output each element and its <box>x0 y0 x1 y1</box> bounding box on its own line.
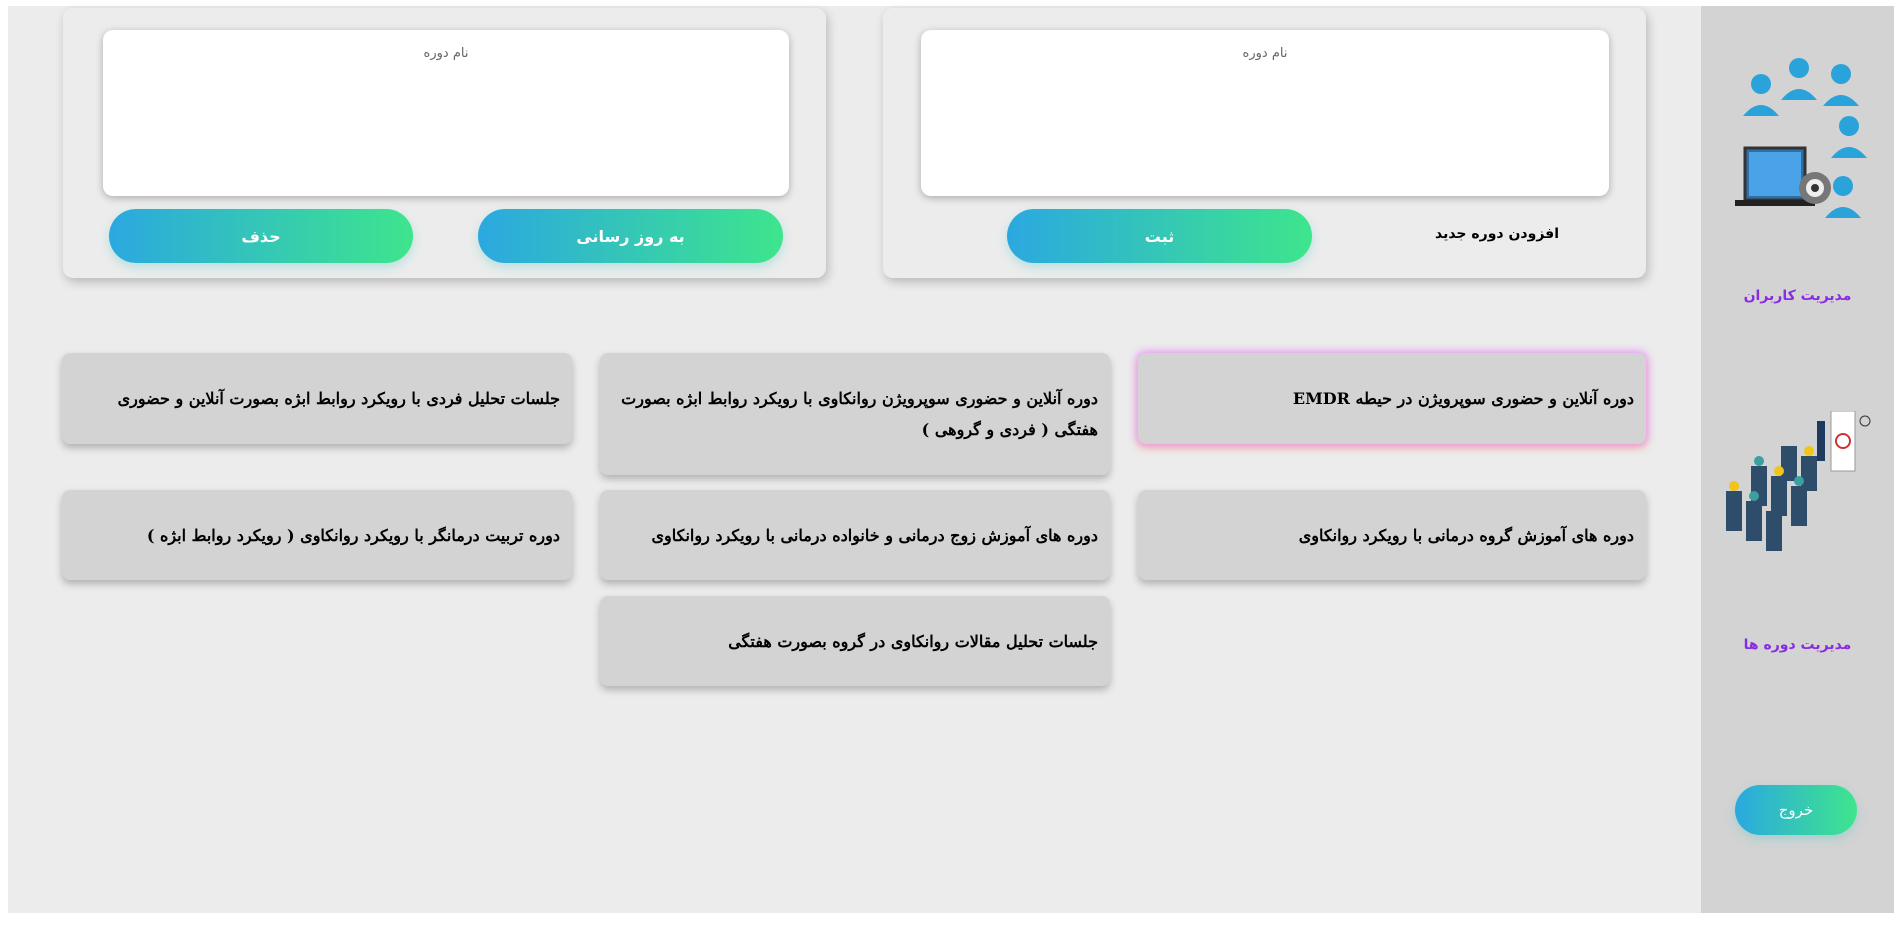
add-course-name-placeholder: نام دوره <box>1242 46 1288 61</box>
classroom-presentation-illustration <box>1726 411 1871 551</box>
nav-courses-management[interactable]: مدیریت دوره ها <box>1701 637 1894 653</box>
add-course-title: افزودن دوره جدید <box>1435 226 1559 242</box>
submit-button[interactable]: ثبت <box>1007 209 1312 263</box>
course-card[interactable]: دوره تربیت درمانگر با رویکرد روانکاوی ( … <box>62 490 572 580</box>
edit-course-name-placeholder: نام دوره <box>423 46 469 61</box>
users-computer-illustration <box>1735 58 1867 218</box>
course-card[interactable]: جلسات تحلیل مقالات روانکاوی در گروه بصور… <box>600 596 1110 686</box>
sidebar: مدیریت کاربران مدیریت دوره ها خروج <box>1701 6 1894 913</box>
course-card[interactable]: دوره آنلاین و حضوری سوپرویژن روانکاوی با… <box>600 353 1110 475</box>
add-course-card: نام دوره ثبت افزودن دوره جدید <box>883 8 1646 278</box>
add-course-name-input[interactable]: نام دوره <box>921 30 1609 196</box>
course-card[interactable]: جلسات تحلیل فردی با رویکرد روابط ابژه بص… <box>62 353 572 444</box>
update-button[interactable]: به روز رسانی <box>478 209 783 263</box>
course-card[interactable]: دوره های آموزش زوج درمانی و خانواده درما… <box>600 490 1110 580</box>
edit-course-card: نام دوره به روز رسانی حذف <box>63 8 826 278</box>
nav-users-management[interactable]: مدیریت کاربران <box>1701 288 1894 304</box>
course-card[interactable]: دوره آنلاین و حضوری سوپرویژن در حیطه EMD… <box>1138 353 1646 444</box>
edit-course-name-input[interactable]: نام دوره <box>103 30 789 196</box>
delete-button[interactable]: حذف <box>109 209 413 263</box>
logout-button[interactable]: خروج <box>1735 785 1857 835</box>
course-card[interactable]: دوره های آموزش گروه درمانی با رویکرد روا… <box>1138 490 1646 580</box>
